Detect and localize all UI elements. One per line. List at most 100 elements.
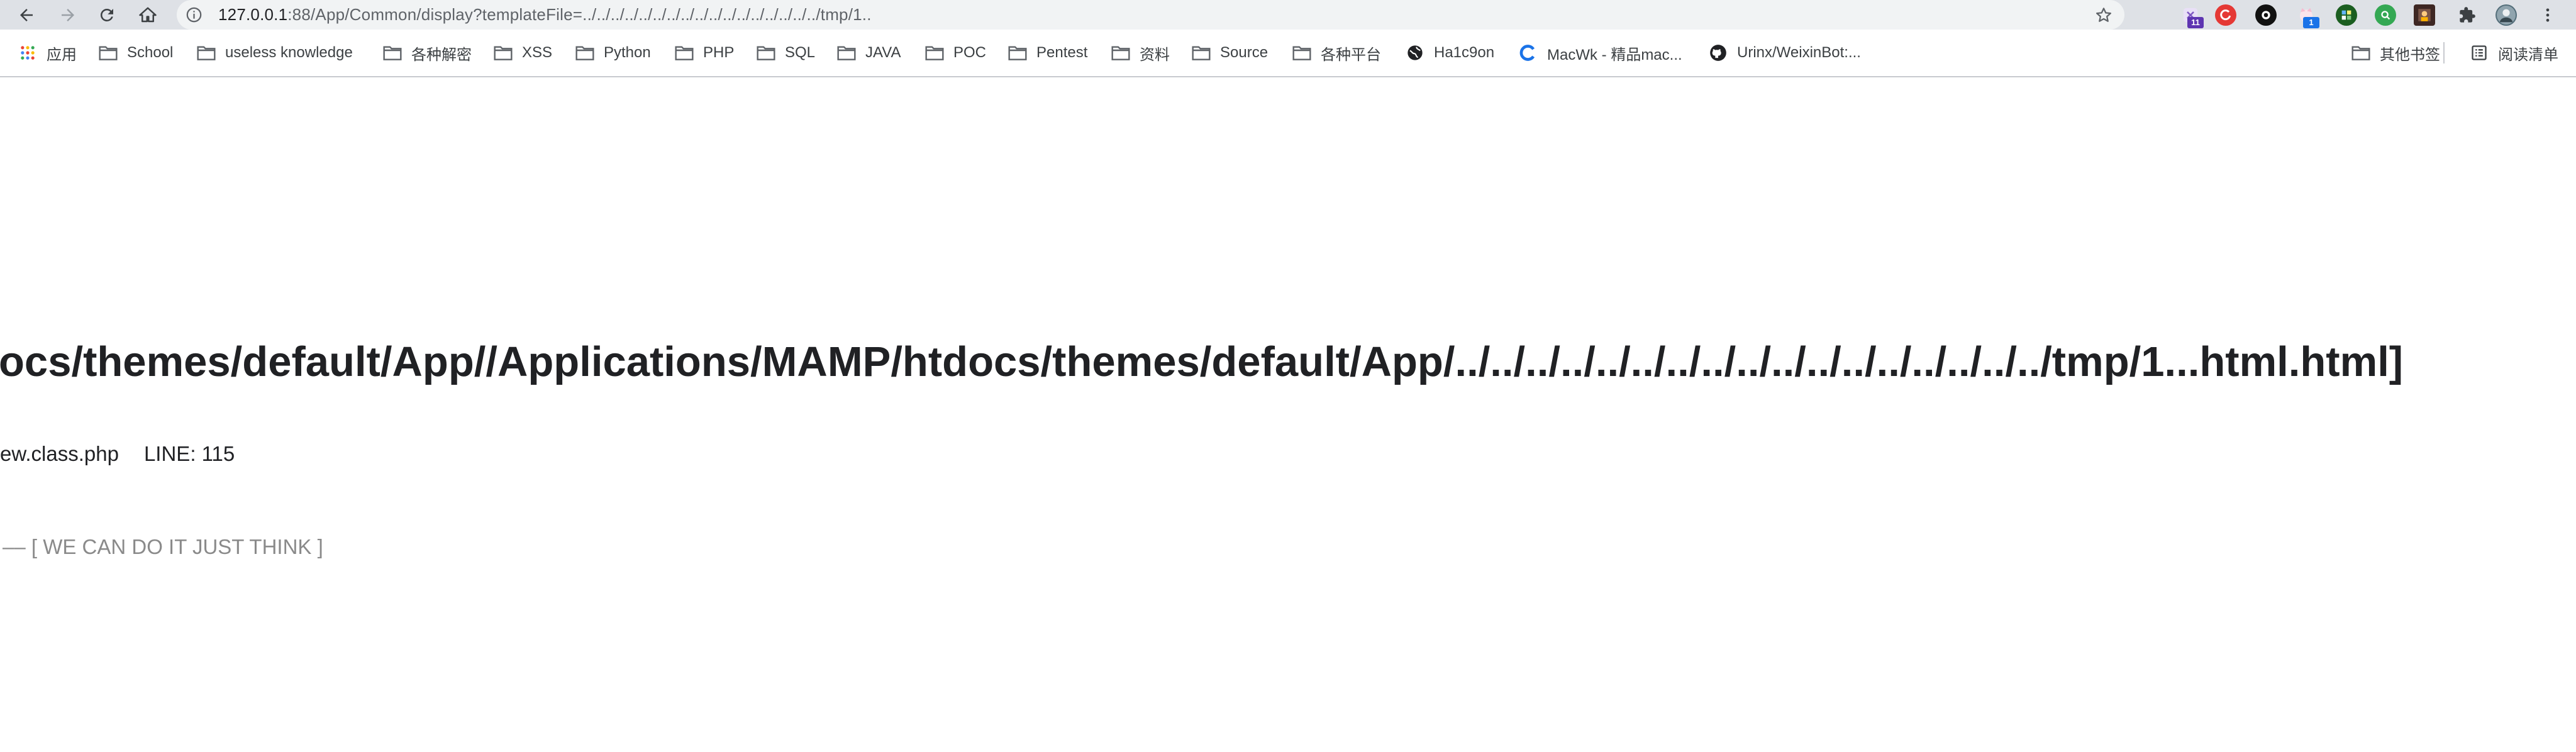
portrait-icon [2418,9,2431,21]
reload-icon [100,8,113,21]
bookmark-label: 其他书签 [2380,46,2440,64]
forward-button[interactable] [49,0,87,30]
bookmark-label: School [127,44,174,61]
extension-icon-4[interactable]: 1 [2296,4,2319,28]
folder-icon [756,44,776,62]
bookmark-folder-php[interactable]: PHP [674,30,734,76]
url-host: 127.0.0.1 [218,5,288,24]
bookmark-label: Source [1220,44,1269,61]
bookmark-folder-useless-knowledge[interactable]: useless knowledge [196,30,353,76]
extension-icon-6[interactable] [2375,4,2396,26]
bookmark-folder-poc[interactable]: POC [924,30,986,76]
back-button[interactable] [8,0,45,30]
extension-badge: 11 [2187,17,2204,28]
bookmark-label: Urinx/WeixinBot:... [1737,44,1861,61]
bookmark-label: 资料 [1140,46,1170,64]
info-icon[interactable] [186,6,203,23]
bookmark-label: SQL [785,44,816,61]
error-message-title: ocs/themes/default/App//Applications/MAM… [0,338,2404,385]
bookmark-macwk[interactable]: MacWk - 精品mac... [1518,30,1682,76]
folder-icon [196,44,216,62]
bookmark-label: JAVA [865,44,901,61]
circle-icon [2262,11,2270,19]
more-vertical-icon [2546,8,2550,22]
error-file: ew.class.php [0,442,119,465]
folder-icon [2351,44,2371,62]
extension-icon-7[interactable] [2414,4,2435,26]
folder-icon [98,44,118,62]
framework-slogan: –– [ WE CAN DO IT JUST THINK ] [3,535,323,558]
bookmarks-bar: 应用 School useless knowledge 各种解密 XSS Pyt… [0,30,2576,77]
github-icon [1708,44,1728,62]
macwk-logo-icon [1518,44,1538,62]
bookmark-apps[interactable]: 应用 [18,30,77,76]
bookmark-folder-source[interactable]: Source [1191,30,1268,76]
search-green-icon [2381,11,2390,20]
bookmark-ha1c9on[interactable]: Ha1c9on [1405,30,1494,76]
home-icon [139,7,157,22]
bookmark-label: Ha1c9on [1434,44,1495,61]
puzzle-icon [2460,7,2475,23]
bookmarks-divider [2443,42,2445,64]
folder-icon [1191,44,1211,62]
reload-button[interactable] [88,0,126,30]
folder-icon [575,44,595,62]
bookmark-other-bookmarks[interactable]: 其他书签 [2351,30,2440,76]
folder-icon [924,44,945,62]
folder-icon [493,44,513,62]
extension-icon-3[interactable] [2255,4,2277,26]
arrow-left-icon [20,8,33,21]
extension-icon-1[interactable]: 11 [2180,4,2204,28]
address-bar[interactable]: 127.0.0.1:88/App/Common/display?template… [177,0,2124,30]
arrow-right-icon [62,8,74,21]
reading-list-label: 阅读清单 [2498,46,2558,64]
bookmark-folder-platforms[interactable]: 各种平台 [1292,30,1381,76]
url-path: :88/App/Common/display?templateFile=../.… [287,5,872,24]
bookmark-label: XSS [522,44,553,61]
page-content: ocs/themes/default/App//Applications/MAM… [0,77,2576,752]
bookmark-folder-java[interactable]: JAVA [836,30,901,76]
bookmark-label: POC [953,44,987,61]
reading-list-icon [2469,44,2489,62]
profile-avatar[interactable] [2496,4,2517,26]
bookmark-label: 各种平台 [1321,46,1381,64]
extension-icon-2[interactable] [2215,4,2236,26]
bookmark-folder-xss[interactable]: XSS [493,30,552,76]
folder-icon [1292,44,1312,62]
avatar-icon [2497,6,2516,25]
reading-list-button[interactable]: 阅读清单 [2469,30,2558,76]
globe-icon [1405,44,1425,62]
apps-grid-icon [18,44,38,62]
bookmark-label: MacWk - 精品mac... [1547,46,1682,64]
error-line: LINE: 115 [143,442,235,465]
browser-toolbar: 127.0.0.1:88/App/Common/display?template… [0,0,2576,30]
bookmark-label: Python [604,44,651,61]
url-text[interactable]: 127.0.0.1:88/App/Common/display?template… [218,0,2042,30]
browser-menu-button[interactable] [2537,4,2558,26]
bookmark-label: Pentest [1036,44,1088,61]
extensions-menu-button[interactable] [2457,4,2478,26]
folder-icon [836,44,857,62]
bookmark-label: 应用 [47,46,77,64]
folder-icon [1111,44,1131,62]
extension-badge: 1 [2303,17,2319,28]
bookmark-folder-decrypt[interactable]: 各种解密 [382,30,472,76]
bookmark-folder-school[interactable]: School [98,30,173,76]
folder-icon [674,44,694,62]
bookmark-folder-pentest[interactable]: Pentest [1008,30,1087,76]
bookmark-label: useless knowledge [225,44,353,61]
bookmark-folder-python[interactable]: Python [575,30,651,76]
bookmark-label: PHP [703,44,735,61]
home-button[interactable] [129,0,167,30]
bookmark-label: 各种解密 [411,46,472,64]
folder-icon [382,44,402,62]
bookmark-folder-resources[interactable]: 资料 [1111,30,1170,76]
grid-green-icon [2341,10,2351,20]
folder-icon [1008,44,1028,62]
refresh-red-icon [2220,9,2231,21]
extension-icon-5[interactable] [2336,4,2357,26]
error-location: ew.class.php LINE: 115 [0,440,235,468]
bookmark-star-icon[interactable] [2094,6,2113,25]
bookmark-weixinbot[interactable]: Urinx/WeixinBot:... [1708,30,1861,76]
bookmark-folder-sql[interactable]: SQL [756,30,815,76]
